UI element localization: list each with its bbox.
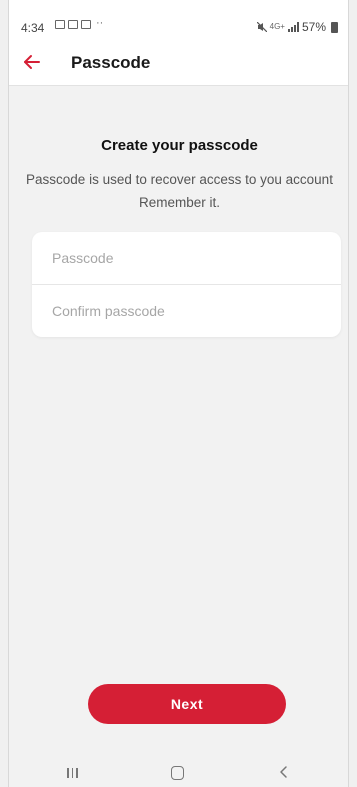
gallery-icon <box>55 20 65 29</box>
battery-icon <box>331 21 338 33</box>
mute-icon <box>256 22 267 32</box>
next-button[interactable]: Next <box>88 684 286 724</box>
notification-icons: ·· <box>55 17 104 32</box>
gallery-icon <box>68 20 78 29</box>
page-title: Passcode <box>71 53 151 72</box>
more-notifications-indicator: ·· <box>96 17 104 29</box>
passcode-description: Passcode is used to recover access to yo… <box>9 168 348 214</box>
app-bar: Passcode <box>9 40 348 86</box>
person-icon <box>81 20 91 29</box>
arrow-left-icon[interactable] <box>20 50 44 74</box>
status-indicators: 4G+ 57% <box>256 20 338 34</box>
recent-apps-icon[interactable] <box>67 768 78 778</box>
create-passcode-heading: Create your passcode <box>101 137 258 154</box>
system-navigation-bar <box>9 752 348 787</box>
home-icon[interactable] <box>171 766 184 780</box>
battery-percent: 57% <box>301 20 326 34</box>
network-type: 4G+ <box>269 22 285 31</box>
passcode-input[interactable] <box>32 232 341 284</box>
status-bar: 4:34 ·· 4G+ 57% <box>9 0 348 40</box>
back-icon[interactable] <box>277 763 291 781</box>
signal-icon <box>287 22 299 32</box>
confirm-passcode-input[interactable] <box>32 285 341 337</box>
description-line-2: Remember it. <box>138 195 221 210</box>
passcode-form-card <box>32 232 341 337</box>
status-time: 4:34 <box>21 21 45 35</box>
phone-screen: 4:34 ·· 4G+ 57% Passcode Create your pas… <box>8 0 349 787</box>
description-line-1: Passcode is used to recover access to yo… <box>26 172 333 187</box>
